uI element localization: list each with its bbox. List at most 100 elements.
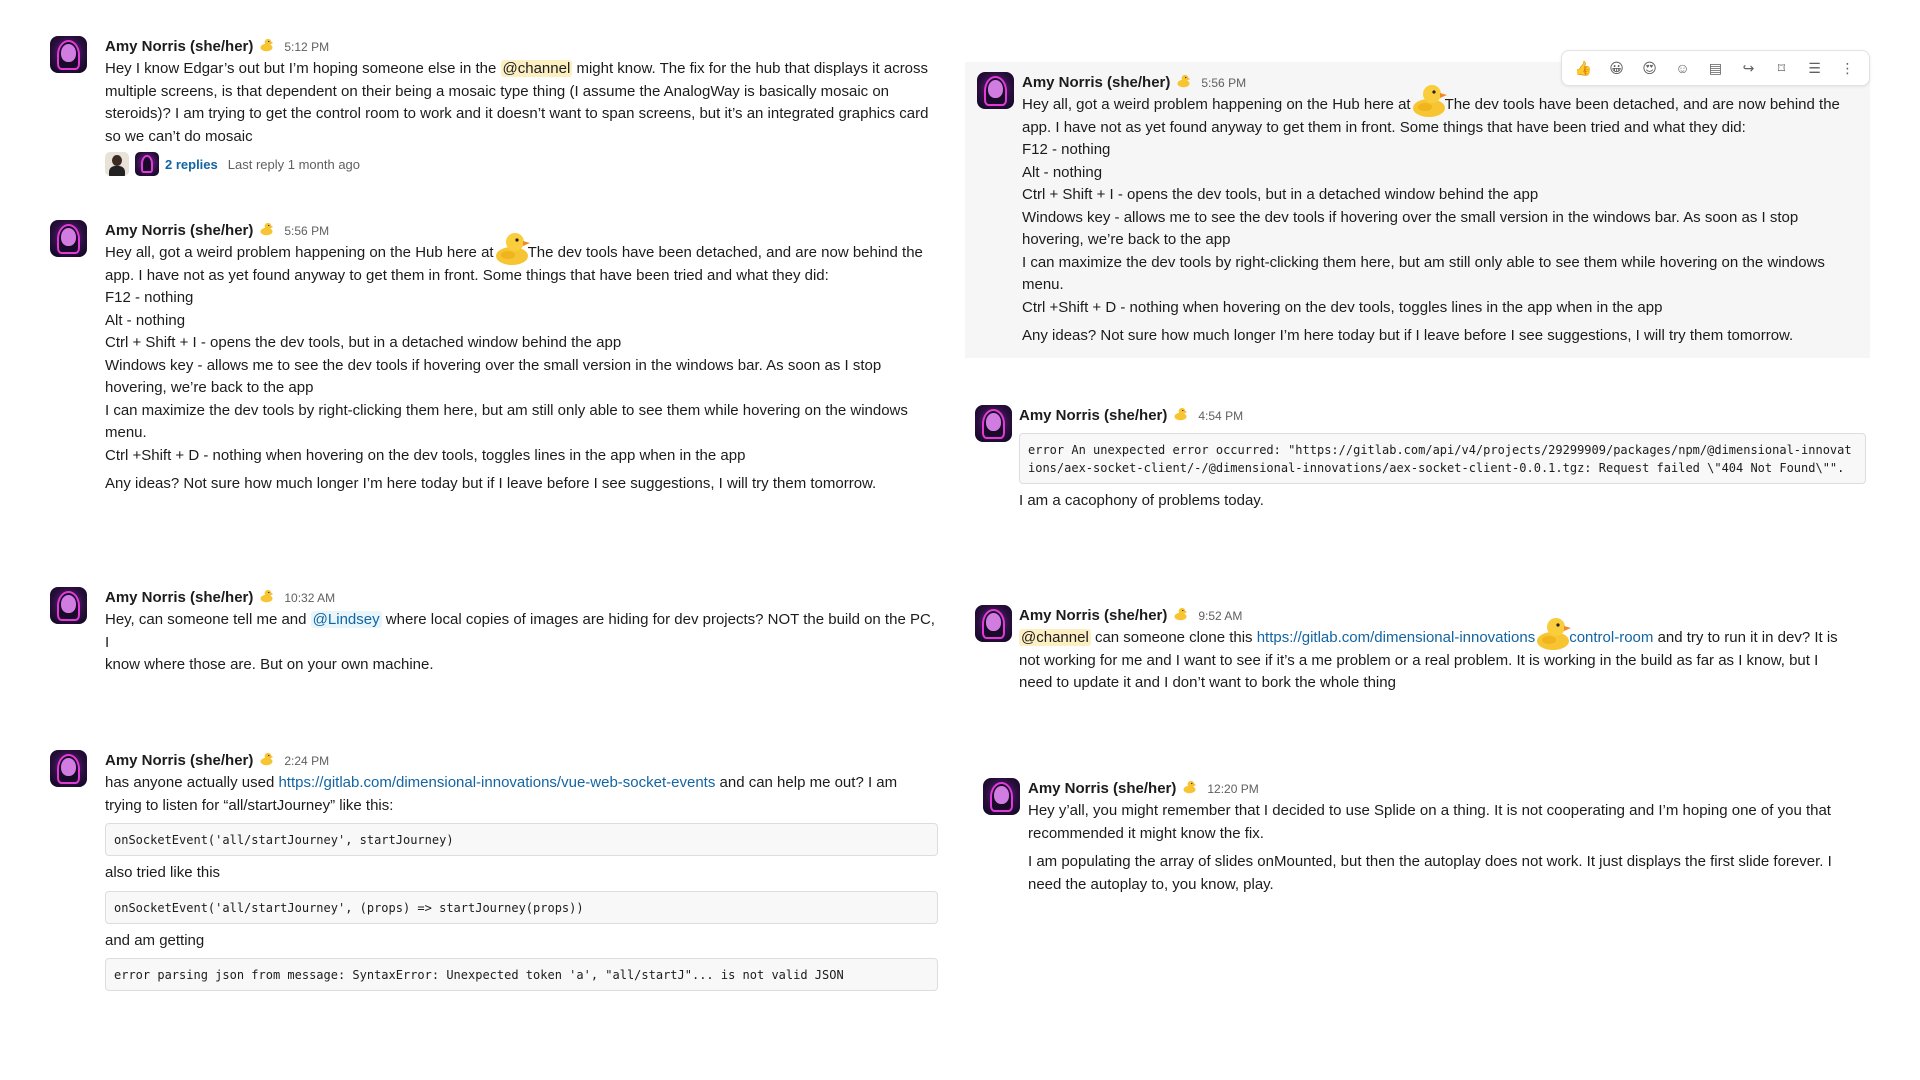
- author-name[interactable]: Amy Norris (she/her): [105, 587, 253, 609]
- message-header: Amy Norris (she/her) 2:24 PM: [105, 750, 938, 772]
- text: Hey I know Edgar’s out but I’m hoping so…: [105, 60, 501, 77]
- reply-avatar: [135, 152, 159, 176]
- author-name[interactable]: Amy Norris (she/her): [1019, 605, 1167, 627]
- message[interactable]: Amy Norris (she/her) 12:20 PM Hey y’all,…: [965, 778, 1870, 896]
- message-line: steroids)? I am trying to get the contro…: [105, 105, 929, 122]
- thumbs-up-icon[interactable]: 👍: [1568, 54, 1599, 82]
- text: Hey all, got a weird problem happening o…: [105, 244, 494, 261]
- message-line: @channel can someone clone this https://…: [1019, 618, 1870, 650]
- message-line: Any ideas? Not sure how much longer I’m …: [105, 475, 877, 492]
- rubber-duck-emoji-icon: [494, 233, 530, 265]
- message[interactable]: Amy Norris (she/her) 9:52 AM @channel ca…: [965, 605, 1870, 695]
- text: Hey, can someone tell me and: [105, 611, 311, 628]
- timestamp[interactable]: 2:24 PM: [284, 750, 329, 772]
- message-line: F12 - nothing: [1022, 141, 1111, 158]
- add-reaction-icon[interactable]: ☺: [1667, 54, 1698, 82]
- avatar[interactable]: [50, 220, 87, 257]
- message[interactable]: Amy Norris (she/her) 2:24 PM has anyone …: [48, 750, 938, 991]
- avatar[interactable]: [977, 72, 1014, 109]
- message-line: menu.: [1022, 276, 1064, 293]
- replies-link[interactable]: 2 replies: [165, 157, 218, 172]
- forward-icon[interactable]: ↪: [1733, 54, 1764, 82]
- message-line: Alt - nothing: [105, 311, 186, 329]
- avatar[interactable]: [975, 405, 1012, 442]
- author-name[interactable]: Amy Norris (she/her): [105, 36, 253, 58]
- author-name[interactable]: Amy Norris (she/her): [1022, 72, 1170, 94]
- message[interactable]: Amy Norris (she/her) 10:32 AM Hey, can s…: [48, 587, 938, 677]
- author-name[interactable]: Amy Norris (she/her): [1028, 778, 1176, 800]
- text: The dev tools have been detached, and ar…: [1444, 96, 1840, 113]
- code-block[interactable]: onSocketEvent('all/startJourney', (props…: [105, 890, 938, 924]
- rubber-duck-emoji-icon: [1411, 85, 1447, 117]
- message-line: Ctrl +Shift + D - nothing when hovering …: [105, 446, 746, 464]
- message-line: Alt - nothing: [1022, 163, 1103, 181]
- rubber-duck-icon: [1173, 406, 1188, 421]
- code-block[interactable]: error parsing json from message: SyntaxE…: [105, 958, 938, 991]
- avatar[interactable]: [983, 778, 1020, 815]
- rubber-duck-icon: [259, 37, 274, 52]
- message-line: need to update it and I don’t want to bo…: [1019, 674, 1396, 691]
- rubber-duck-icon: [1182, 779, 1197, 794]
- message[interactable]: Amy Norris (she/her) 4:54 PM error An un…: [965, 405, 1870, 513]
- avatar[interactable]: [50, 750, 87, 787]
- author-name[interactable]: Amy Norris (she/her): [1019, 405, 1167, 427]
- text: and try to run it in dev? It is: [1653, 629, 1838, 646]
- more-actions-icon[interactable]: ☰: [1799, 54, 1830, 82]
- message-hovered[interactable]: 👍 😀 😍 ☺ ▤ ↪ ⌑ ☰ ⋮ Amy Norris (she/her) 5…: [965, 50, 1870, 358]
- text: might know. The fix for the hub that dis…: [572, 60, 929, 77]
- code-block[interactable]: onSocketEvent('all/startJourney', startJ…: [105, 823, 938, 856]
- rubber-duck-emoji-icon: [1535, 618, 1572, 650]
- message[interactable]: Amy Norris (she/her) 5:12 PM Hey I know …: [48, 36, 938, 177]
- message-line: app. I have not as yet found anyway to g…: [105, 266, 829, 284]
- timestamp[interactable]: 5:56 PM: [284, 220, 329, 242]
- timestamp[interactable]: 5:56 PM: [1201, 72, 1246, 94]
- kebab-icon[interactable]: ⋮: [1832, 54, 1863, 82]
- message-header: Amy Norris (she/her) 4:54 PM: [1019, 405, 1866, 427]
- message-line: trying to listen for “all/startJourney” …: [105, 796, 394, 814]
- gitlab-link[interactable]: https://gitlab.com/dimensional-innovatio…: [278, 774, 715, 791]
- message-line: Windows key - allows me to see the dev t…: [105, 356, 882, 374]
- message[interactable]: Amy Norris (she/her) 5:56 PM Hey all, go…: [48, 220, 938, 496]
- message-line: has anyone actually used https://gitlab.…: [105, 772, 938, 795]
- message-header: Amy Norris (she/her) 12:20 PM: [1028, 778, 1870, 800]
- timestamp[interactable]: 10:32 AM: [284, 587, 335, 609]
- message-line: Ctrl + Shift + I - opens the dev tools, …: [1022, 186, 1539, 203]
- message-line: Ctrl + Shift + I - opens the dev tools, …: [105, 334, 622, 351]
- heart-eyes-emoji-icon[interactable]: 😍: [1634, 54, 1665, 82]
- last-reply-time: Last reply 1 month ago: [227, 156, 361, 172]
- message-line: app. I have not as yet found anyway to g…: [1022, 118, 1746, 136]
- message-header: Amy Norris (she/her) 9:52 AM: [1019, 605, 1870, 627]
- rubber-duck-icon: [259, 588, 274, 603]
- rubber-duck-icon: [259, 221, 274, 236]
- gitlab-link-continued[interactable]: control-room: [1569, 629, 1653, 646]
- code-block[interactable]: error An unexpected error occurred: "htt…: [1019, 433, 1866, 484]
- gitlab-link[interactable]: https://gitlab.com/dimensional-innovatio…: [1257, 629, 1535, 646]
- message-header: Amy Norris (she/her) 5:12 PM: [105, 36, 938, 58]
- text: Hey all, got a weird problem happening o…: [1022, 96, 1411, 113]
- timestamp[interactable]: 5:12 PM: [284, 36, 329, 58]
- thread-replies-bar[interactable]: 2 replies Last reply 1 month ago: [105, 151, 938, 177]
- author-name[interactable]: Amy Norris (she/her): [105, 750, 253, 772]
- avatar[interactable]: [50, 587, 87, 624]
- message-line: Hey all, got a weird problem happening o…: [105, 233, 938, 265]
- channel-mention[interactable]: @channel: [500, 60, 573, 77]
- message-line: Windows key - allows me to see the dev t…: [1022, 208, 1799, 226]
- author-name[interactable]: Amy Norris (she/her): [105, 220, 253, 242]
- reply-in-thread-icon[interactable]: ▤: [1700, 54, 1731, 82]
- grinning-emoji-icon[interactable]: 😀: [1601, 54, 1632, 82]
- timestamp[interactable]: 4:54 PM: [1198, 405, 1243, 427]
- timestamp[interactable]: 12:20 PM: [1207, 778, 1258, 800]
- message-line: need the autoplay to, you know, play.: [1028, 875, 1274, 893]
- left-message-column: Amy Norris (she/her) 5:12 PM Hey I know …: [48, 0, 938, 1080]
- timestamp[interactable]: 9:52 AM: [1198, 605, 1242, 627]
- bookmark-icon[interactable]: ⌑: [1766, 54, 1797, 82]
- message-line: know where those are. But on your own ma…: [105, 656, 434, 673]
- avatar[interactable]: [50, 36, 87, 73]
- message-header: Amy Norris (she/her) 10:32 AM: [105, 587, 938, 609]
- channel-mention[interactable]: @channel: [1019, 629, 1091, 646]
- message-line: I am populating the array of slides onMo…: [1028, 853, 1832, 870]
- user-mention[interactable]: @Lindsey: [310, 611, 382, 628]
- avatar[interactable]: [975, 605, 1012, 642]
- message-line: Any ideas? Not sure how much longer I’m …: [1022, 327, 1794, 344]
- message-line: recommended it might know the fix.: [1028, 824, 1264, 842]
